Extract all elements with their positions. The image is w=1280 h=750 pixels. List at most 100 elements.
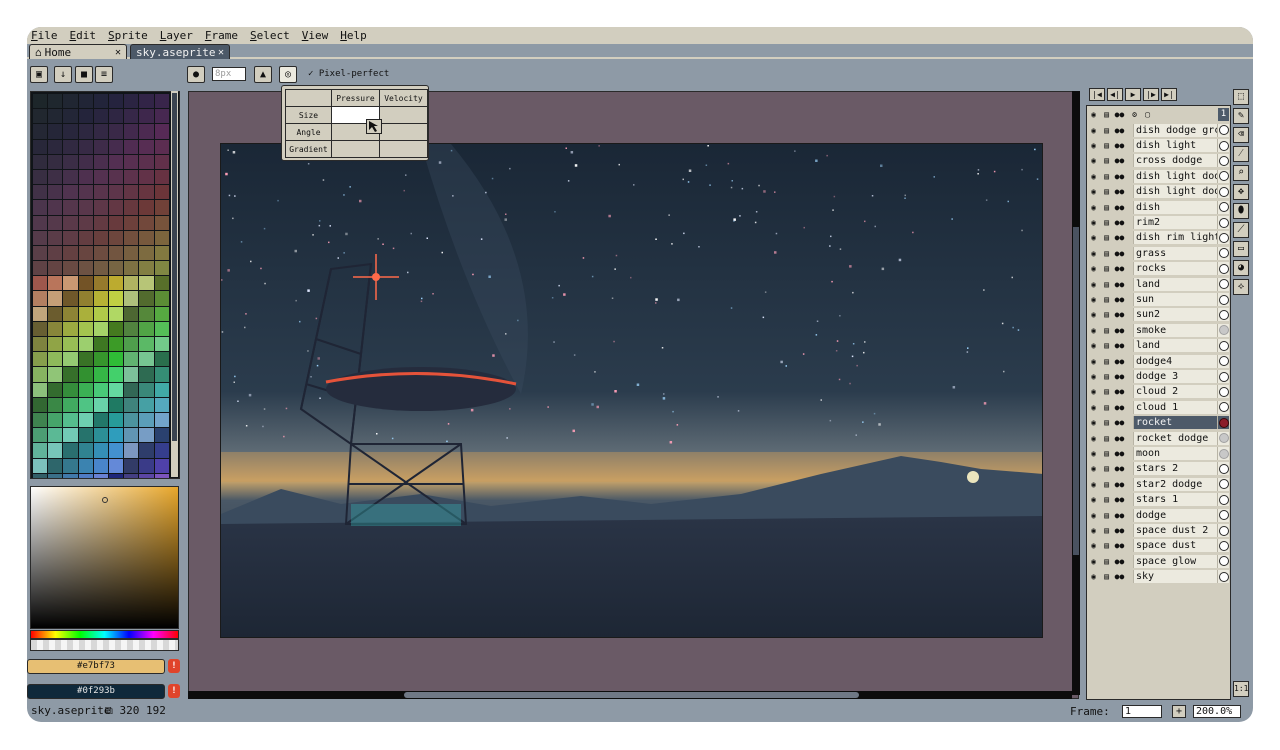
palette-swatch[interactable] (78, 109, 93, 124)
continuous-icon[interactable]: ●● (1113, 310, 1126, 319)
palette-swatch[interactable] (139, 261, 154, 276)
palette-swatch[interactable] (33, 291, 48, 306)
continuous-icon[interactable]: ●● (1113, 280, 1126, 289)
palette-swatch[interactable] (124, 352, 139, 367)
dynamics-icon[interactable]: ◎ (279, 66, 297, 83)
palette-swatch[interactable] (108, 215, 124, 230)
palette-swatch[interactable] (93, 443, 108, 458)
palette-swatch[interactable] (139, 109, 154, 124)
palette-swatch[interactable] (108, 139, 124, 154)
palette-swatch[interactable] (33, 154, 48, 169)
eye-icon[interactable]: ◉ (1087, 310, 1100, 319)
palette-swatch[interactable] (48, 200, 63, 215)
continuous-icon[interactable]: ●● (1113, 526, 1126, 535)
palette-swatch[interactable] (124, 412, 139, 428)
palette-swatch[interactable] (48, 94, 63, 109)
zoom-tool-icon[interactable]: ⌕ (1233, 165, 1249, 181)
layer-cel[interactable] (1217, 385, 1229, 399)
palette-swatch[interactable] (108, 124, 124, 139)
menu-layer[interactable]: Layer (160, 29, 193, 42)
layer-cel[interactable] (1217, 277, 1229, 291)
palette-swatch[interactable] (63, 428, 78, 443)
continuous-icon[interactable]: ●● (1113, 326, 1126, 335)
palette-swatch[interactable] (78, 169, 93, 185)
layer-name[interactable]: dish light (1133, 139, 1217, 153)
lock-icon[interactable]: ▤ (1100, 233, 1113, 242)
line-tool-icon[interactable]: ⟋ (1233, 222, 1249, 238)
palette-swatch[interactable] (154, 200, 169, 215)
canvas-area[interactable] (188, 91, 1079, 699)
palette-swatch[interactable] (124, 291, 139, 306)
eye-icon[interactable]: ◉ (1087, 233, 1100, 242)
palette-swatch[interactable] (33, 276, 48, 291)
palette-swatch[interactable] (48, 382, 63, 397)
lock-icon[interactable]: ▤ (1100, 403, 1113, 412)
layer-cel[interactable] (1217, 447, 1229, 461)
dynamics-size-velocity[interactable] (378, 106, 429, 124)
layer-row[interactable]: ◉ ▤ ●● dish dodge grc (1087, 123, 1230, 138)
layer-name[interactable]: dish light dodg (1133, 185, 1217, 199)
pixel-perfect-checkbox[interactable]: ✓ Pixel-perfect (308, 69, 389, 79)
palette-swatch[interactable] (63, 412, 78, 428)
layer-cel[interactable] (1217, 185, 1229, 199)
lock-icon[interactable]: ▤ (1100, 511, 1113, 520)
layer-row[interactable]: ◉ ▤ ●● sun (1087, 292, 1230, 307)
layer-row[interactable]: ◉▤●● dish light dodg (1087, 169, 1230, 184)
lock-icon[interactable]: ▤ (1100, 187, 1113, 196)
tab-sky-aseprite[interactable]: sky.aseprite ✕ (130, 44, 230, 59)
layer-name[interactable]: cloud 2 (1133, 385, 1217, 399)
palette-swatch[interactable] (33, 337, 48, 352)
palette-swatch[interactable] (139, 94, 154, 109)
palette-swatch[interactable] (78, 337, 93, 352)
layer-cel[interactable] (1217, 508, 1229, 522)
palette-swatch[interactable] (139, 321, 154, 336)
menu-frame[interactable]: Frame (205, 29, 238, 42)
palette-swatch[interactable] (124, 230, 139, 245)
palette-swatch[interactable] (139, 458, 154, 473)
layer-cel[interactable] (1217, 477, 1229, 491)
palette-swatch[interactable] (63, 306, 78, 321)
layer-row[interactable]: ◉ ▤ ●● space glow (1087, 554, 1230, 569)
eraser-tool-icon[interactable]: ⌫ (1233, 127, 1249, 143)
palette-swatch[interactable] (48, 443, 63, 458)
palette-swatch[interactable] (93, 458, 108, 473)
palette-swatch[interactable] (139, 139, 154, 154)
layer-row[interactable]: ◉ ▤ ●● smoke (1087, 323, 1230, 338)
menu-file[interactable]: File (31, 29, 58, 42)
palette-swatch[interactable] (154, 397, 169, 412)
eye-icon[interactable]: ◉ (1087, 172, 1100, 181)
palette-swatch[interactable] (33, 473, 48, 478)
lock-icon[interactable]: ▤ (1100, 495, 1113, 504)
download-icon[interactable]: ↓ (54, 66, 72, 83)
layer-cel[interactable] (1217, 323, 1229, 337)
continuous-icon[interactable]: ●● (1113, 357, 1126, 366)
palette-swatch[interactable] (139, 473, 154, 478)
layer-row[interactable]: ◉ ▤ ●● land (1087, 338, 1230, 353)
layer-cel[interactable] (1217, 308, 1229, 322)
palette-swatch[interactable] (33, 352, 48, 367)
continuous-icon[interactable]: ●● (1113, 203, 1126, 212)
continuous-icon[interactable]: ●● (1113, 295, 1126, 304)
palette-swatch[interactable] (78, 124, 93, 139)
palette-swatch[interactable] (124, 200, 139, 215)
eye-icon[interactable]: ◉ (1087, 464, 1100, 473)
layer-row[interactable]: ◉ ▤ ●● rocket dodge (1087, 431, 1230, 446)
palette-swatch[interactable] (93, 139, 108, 154)
palette-swatch[interactable] (139, 412, 154, 428)
lock-icon[interactable]: ▤ (1100, 541, 1113, 550)
eye-icon[interactable]: ◉ (1087, 187, 1100, 196)
layer-row[interactable]: ◉▤●● dish light dodg (1087, 184, 1230, 199)
palette-swatch[interactable] (78, 412, 93, 428)
palette-swatch[interactable] (48, 230, 63, 245)
palette-swatch[interactable] (108, 473, 124, 478)
continuous-icon[interactable]: ●● (1113, 418, 1126, 427)
palette-swatch[interactable] (154, 443, 169, 458)
palette-swatch[interactable] (48, 124, 63, 139)
blur-tool-icon[interactable]: ⟡ (1233, 279, 1249, 295)
add-frame-button[interactable]: + (1172, 705, 1186, 718)
continuous-icon[interactable]: ●● (1113, 541, 1126, 550)
palette-swatch[interactable] (78, 306, 93, 321)
palette-swatch[interactable] (93, 337, 108, 352)
palette-swatch[interactable] (124, 397, 139, 412)
eye-icon[interactable]: ◉ (1087, 249, 1100, 258)
